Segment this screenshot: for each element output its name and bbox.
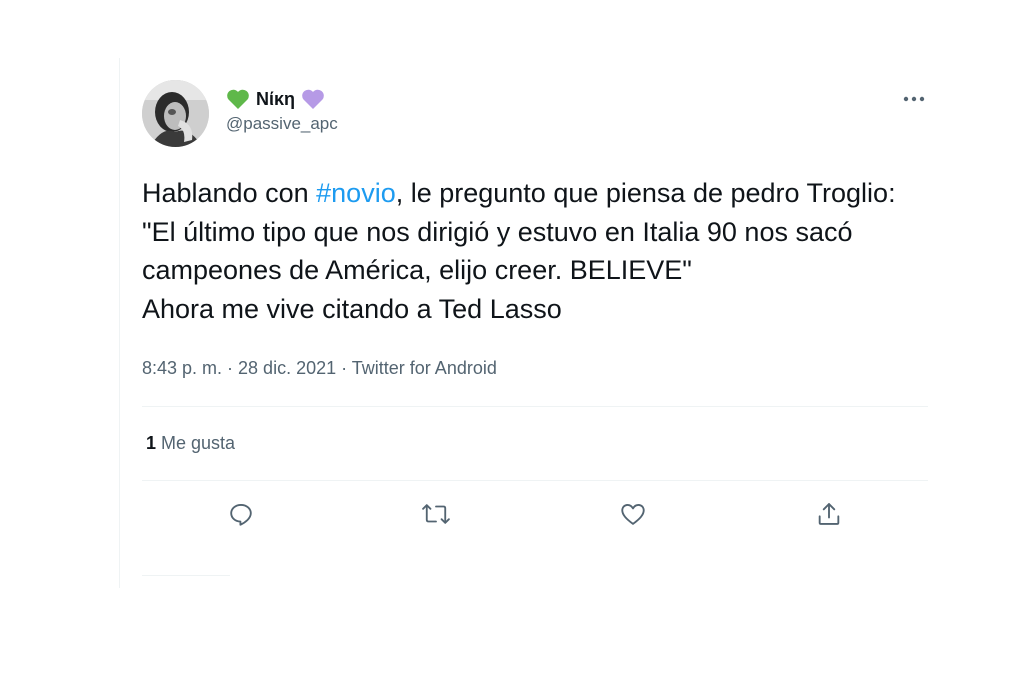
timeline-border bbox=[119, 58, 120, 588]
user-names: Νίκη @passive_apc bbox=[226, 86, 338, 134]
likes-stat[interactable]: 1 Me gusta bbox=[142, 407, 928, 480]
likes-count: 1 bbox=[146, 433, 157, 453]
tweet-metadata[interactable]: 8:43 p. m. · 28 dic. 2021 · Twitter for … bbox=[142, 358, 928, 382]
display-name-row[interactable]: Νίκη bbox=[226, 86, 338, 112]
green-heart-icon bbox=[227, 89, 249, 109]
more-icon bbox=[903, 96, 925, 102]
reply-icon bbox=[230, 503, 252, 526]
tweet-text: Hablando con #novio, le pregunto que pie… bbox=[142, 174, 928, 328]
likes-label: Me gusta bbox=[161, 433, 236, 453]
tweet-header: Νίκη @passive_apc bbox=[142, 80, 928, 150]
share-button[interactable] bbox=[814, 499, 844, 529]
retweet-icon bbox=[422, 504, 450, 524]
avatar[interactable] bbox=[142, 80, 209, 147]
retweet-button[interactable] bbox=[421, 499, 451, 529]
display-name: Νίκη bbox=[256, 88, 296, 109]
like-icon bbox=[621, 503, 645, 525]
tweet: Νίκη @passive_apc Hablando con #novio, l… bbox=[142, 80, 928, 547]
avatar-photo bbox=[142, 80, 209, 147]
like-button[interactable] bbox=[618, 499, 648, 529]
reply-button[interactable] bbox=[226, 499, 256, 529]
divider bbox=[142, 575, 230, 576]
more-options-button[interactable] bbox=[900, 88, 928, 110]
page: Νίκη @passive_apc Hablando con #novio, l… bbox=[0, 0, 1024, 680]
user-handle[interactable]: @passive_apc bbox=[226, 114, 338, 134]
hashtag-link[interactable]: #novio bbox=[316, 178, 396, 208]
share-icon bbox=[818, 503, 840, 525]
purple-heart-icon bbox=[302, 89, 324, 109]
tweet-text-start: Hablando con bbox=[142, 178, 317, 208]
action-bar bbox=[142, 481, 928, 547]
